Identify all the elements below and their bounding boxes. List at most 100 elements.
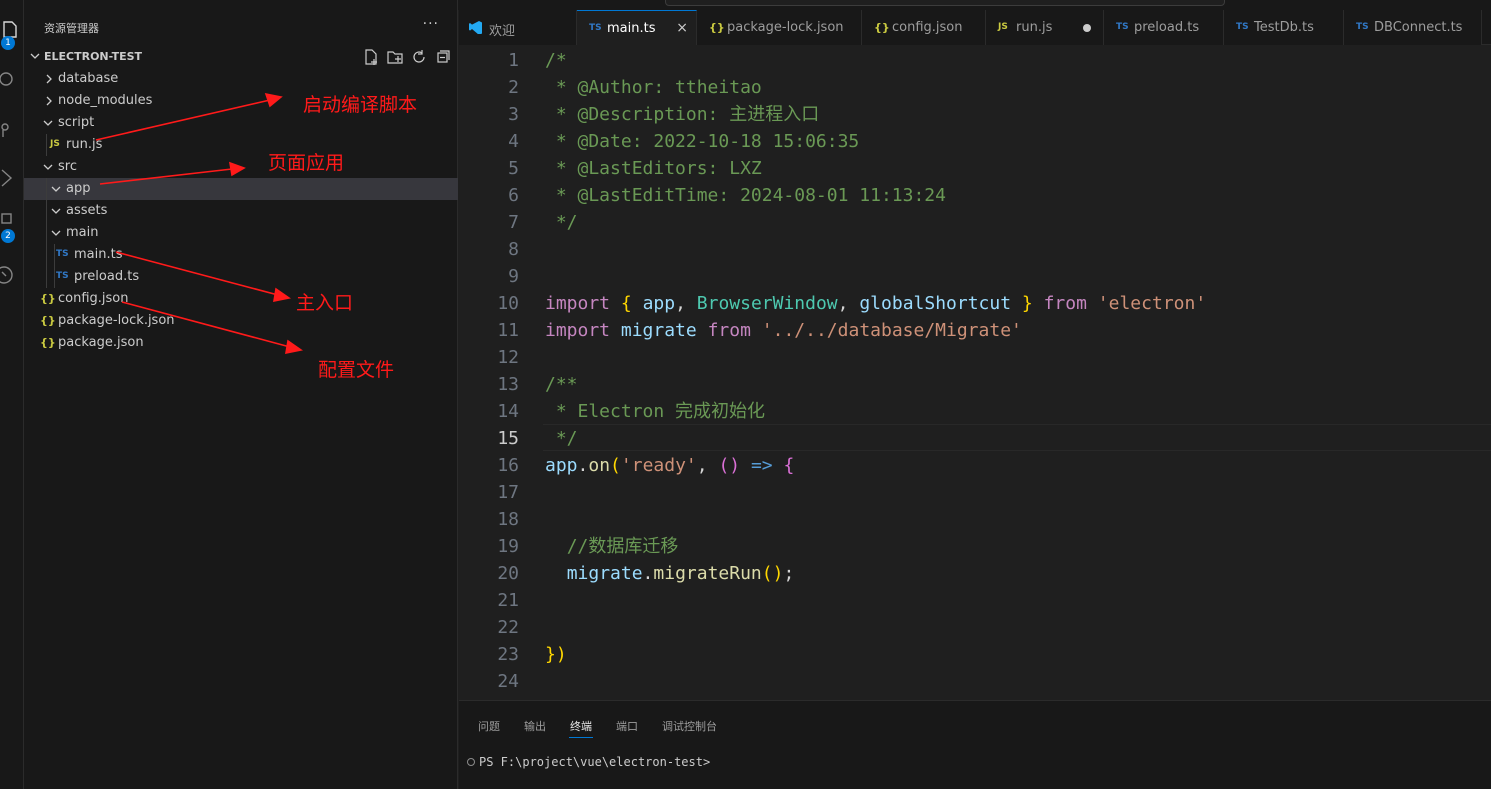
line-number: 12 xyxy=(497,347,519,368)
tab-terminal[interactable]: 终端 xyxy=(570,718,592,734)
extensions-badge: 2 xyxy=(1,229,15,243)
code-line: /** xyxy=(545,374,578,395)
tree-file-preload-ts[interactable]: TS preload.ts xyxy=(24,266,458,288)
tree-folder-assets[interactable]: assets xyxy=(24,200,458,222)
code-line: migrate.migrateRun(); xyxy=(566,563,795,584)
tree-file-config-json[interactable]: {} config.json xyxy=(24,288,458,310)
code-editor[interactable]: 1234567891011121314151617181920212223242… xyxy=(459,46,1491,700)
command-center[interactable] xyxy=(665,0,1225,6)
line-number: 10 xyxy=(497,293,519,314)
tab-dbconnect-ts[interactable]: TS DBConnect.ts xyxy=(1344,10,1482,45)
json-file-icon: {} xyxy=(709,21,725,34)
line-number: 11 xyxy=(497,320,519,341)
tree-label: main.ts xyxy=(74,247,123,262)
code-line: //数据库迁移 xyxy=(566,536,679,557)
tab-welcome[interactable]: 欢迎 xyxy=(459,10,577,45)
code-line: */ xyxy=(545,212,578,233)
typescript-file-icon: TS xyxy=(589,23,602,33)
code-line: import migrate from '../../database/Migr… xyxy=(545,320,1022,341)
chevron-down-icon xyxy=(42,161,54,176)
tab-label: 欢迎 xyxy=(489,24,516,39)
annotation-page-app: 页面应用 xyxy=(268,152,345,174)
chevron-right-icon xyxy=(44,73,54,89)
tab-label: package-lock.json xyxy=(727,20,844,35)
tree-label: app xyxy=(66,181,91,196)
tab-label: main.ts xyxy=(607,21,656,36)
tree-folder-src[interactable]: src xyxy=(24,156,458,178)
tab-preload-ts[interactable]: TS preload.ts xyxy=(1104,10,1224,45)
tab-debug-console[interactable]: 调试控制台 xyxy=(662,718,717,734)
code-line: * @Date: 2022-10-18 15:06:35 xyxy=(545,131,860,152)
chevron-right-icon xyxy=(44,95,54,111)
refresh-icon[interactable] xyxy=(410,48,428,66)
annotation-build-script: 启动编译脚本 xyxy=(303,94,418,116)
typescript-file-icon: TS xyxy=(1236,22,1249,32)
line-number: 15 xyxy=(497,428,519,449)
tab-run-js[interactable]: JS run.js xyxy=(986,10,1104,45)
tab-problems[interactable]: 问题 xyxy=(478,718,500,734)
line-number: 9 xyxy=(508,266,519,287)
vscode-icon xyxy=(469,20,483,37)
project-actions xyxy=(362,48,452,66)
tree-file-run-js[interactable]: JS run.js xyxy=(24,134,458,156)
tab-config-json[interactable]: {} config.json xyxy=(862,10,986,45)
typescript-file-icon: TS xyxy=(56,249,69,259)
search-icon[interactable] xyxy=(0,69,20,91)
typescript-file-icon: TS xyxy=(1356,22,1369,32)
line-number: 21 xyxy=(497,590,519,611)
json-file-icon: {} xyxy=(40,336,56,349)
tree-file-main-ts[interactable]: TS main.ts xyxy=(24,244,458,266)
line-number: 8 xyxy=(508,239,519,260)
project-name: ELECTRON-TEST xyxy=(44,50,143,63)
terminal-prompt: PS F:\project\vue\electron-test> xyxy=(479,755,711,769)
remote-icon[interactable] xyxy=(0,264,20,286)
collapse-all-icon[interactable] xyxy=(434,48,452,66)
json-file-icon: {} xyxy=(40,314,56,327)
new-file-icon[interactable] xyxy=(362,48,380,66)
json-file-icon: {} xyxy=(40,292,56,305)
tree-label: node_modules xyxy=(58,93,153,108)
run-debug-icon[interactable] xyxy=(0,167,20,189)
tree-label: preload.ts xyxy=(74,269,140,284)
line-number: 23 xyxy=(497,644,519,665)
annotation-config-files: 配置文件 xyxy=(318,359,395,381)
current-line-highlight xyxy=(543,424,1491,451)
tree-file-package-lock-json[interactable]: {} package-lock.json xyxy=(24,310,458,332)
code-line: * @LastEditors: LXZ xyxy=(545,158,762,179)
tree-file-package-json[interactable]: {} package.json xyxy=(24,332,458,354)
line-number: 5 xyxy=(508,158,519,179)
tree-folder-database[interactable]: database xyxy=(24,68,458,90)
indent-guide xyxy=(54,244,55,288)
new-folder-icon[interactable] xyxy=(386,48,404,66)
chevron-down-icon xyxy=(50,205,62,220)
tab-output[interactable]: 输出 xyxy=(524,718,546,734)
tree-label: src xyxy=(58,159,77,174)
code-line: * @Description: 主进程入口 xyxy=(545,104,820,125)
activity-bar: 1 2 xyxy=(0,0,24,789)
line-number: 22 xyxy=(497,617,519,638)
code-line: */ xyxy=(545,428,578,449)
tree-label: run.js xyxy=(66,137,103,152)
tree-folder-main[interactable]: main xyxy=(24,222,458,244)
tab-label: config.json xyxy=(892,20,963,35)
active-tab-indicator xyxy=(569,737,593,738)
tab-ports[interactable]: 端口 xyxy=(616,718,638,734)
source-control-icon[interactable] xyxy=(0,119,20,141)
more-actions-icon[interactable]: ··· xyxy=(423,16,439,32)
line-number: 13 xyxy=(497,374,519,395)
line-number: 4 xyxy=(508,131,519,152)
tree-label: main xyxy=(66,225,99,240)
sidebar-title: 资源管理器 xyxy=(44,22,99,35)
code-line: /* xyxy=(545,50,567,71)
tab-testdb-ts[interactable]: TS TestDb.ts xyxy=(1224,10,1344,45)
tree-folder-app[interactable]: app xyxy=(24,178,458,200)
line-number: 3 xyxy=(508,104,519,125)
tab-main-ts[interactable]: TS main.ts × xyxy=(577,10,697,45)
tree-label: config.json xyxy=(58,291,129,306)
terminal-line[interactable]: PS F:\project\vue\electron-test> xyxy=(467,755,710,769)
javascript-file-icon: JS xyxy=(998,22,1008,32)
tab-label: run.js xyxy=(1016,20,1053,35)
project-header[interactable]: ELECTRON-TEST xyxy=(24,46,458,68)
close-icon[interactable]: × xyxy=(676,20,688,36)
tab-package-lock-json[interactable]: {} package-lock.json xyxy=(697,10,862,45)
